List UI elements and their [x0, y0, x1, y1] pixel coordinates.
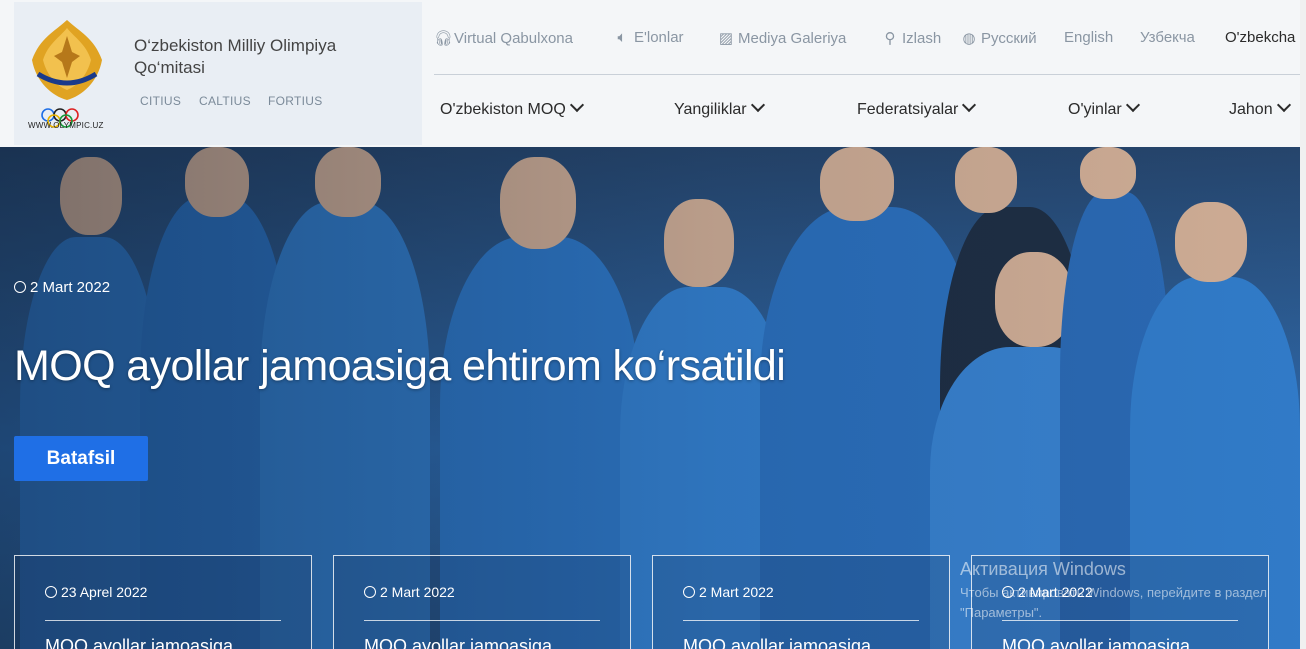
lang-english[interactable]: English	[1064, 29, 1113, 47]
card-title[interactable]: MOQ ayollar jamoasiga	[683, 636, 871, 649]
globe-icon: ◍	[962, 30, 976, 47]
motto-fortius: FORTIUS	[268, 94, 323, 108]
chevron-down-icon	[569, 97, 584, 113]
nav-uzbekistan-moq[interactable]: O'zbekiston MOQ	[440, 97, 584, 119]
motto-citius: CITIUS	[140, 94, 182, 108]
topnav-announcements[interactable]: 🔈︎ E'lonlar	[614, 29, 683, 47]
nav-world[interactable]: Jahon	[1229, 97, 1291, 119]
card-title[interactable]: MOQ ayollar jamoasiga	[45, 636, 233, 649]
motto-caltius: CALTIUS	[199, 94, 251, 108]
windows-activation-text: Чтобы активировать Windows, перейдите в …	[960, 585, 1267, 620]
windows-activation-title: Активация Windows	[960, 559, 1126, 579]
card-title[interactable]: MOQ ayollar jamoasiga	[364, 636, 552, 649]
clock-icon	[364, 586, 376, 598]
chevron-down-icon	[1276, 97, 1291, 113]
lang-uzbek-latin[interactable]: O'zbekcha	[1225, 29, 1295, 47]
logo-url-text: WWW.OLYMPIC.UZ	[28, 121, 104, 130]
site-title[interactable]: O‘zbekiston Milliy Olimpiya Qo‘mitasi	[134, 35, 374, 79]
topnav-search[interactable]: ⚲ Izlash	[882, 29, 942, 47]
hero-date: 2 Mart 2022	[14, 279, 110, 296]
card-date: 2 Mart 2022	[364, 584, 455, 600]
lang-russian[interactable]: ◍ Русский	[961, 29, 1036, 47]
topnav-virtual-reception[interactable]: 🎧︎Virtual Qabulxona	[434, 29, 573, 47]
chevron-down-icon	[750, 97, 765, 113]
hero-slider: 2 Mart 2022 MOQ ayollar jamoasiga ehtiro…	[0, 147, 1306, 649]
card-title[interactable]: MOQ ayollar jamoasiga	[1002, 636, 1190, 649]
news-card[interactable]: 2 Mart 2022 MOQ ayollar jamoasiga	[652, 555, 950, 649]
hero-title[interactable]: MOQ ayollar jamoasiga ehtirom ko‘rsatild…	[14, 342, 786, 391]
chevron-down-icon	[1125, 97, 1140, 113]
chevron-down-icon	[962, 97, 977, 113]
site-header: WWW.OLYMPIC.UZ O‘zbekiston Milliy Olimpi…	[0, 0, 1306, 147]
clock-icon	[683, 586, 695, 598]
card-divider	[364, 620, 600, 621]
news-card[interactable]: 2 Mart 2022 MOQ ayollar jamoasiga	[333, 555, 631, 649]
nav-games[interactable]: O'yinlar	[1068, 97, 1140, 119]
headset-icon: 🎧︎	[434, 30, 454, 47]
topnav-media-gallery[interactable]: ▨ Mediya Galeriya	[718, 29, 846, 47]
megaphone-icon: 🔈︎	[617, 29, 627, 46]
olympic-committee-logo[interactable]	[26, 12, 108, 134]
card-divider	[45, 620, 281, 621]
lang-uzbek-cyrillic[interactable]: Узбекча	[1140, 29, 1195, 47]
card-divider	[683, 620, 919, 621]
nav-news[interactable]: Yangiliklar	[674, 97, 765, 119]
header-divider	[434, 74, 1300, 75]
news-card[interactable]: 23 Aprel 2022 MOQ ayollar jamoasiga	[14, 555, 312, 649]
page-scrollbar[interactable]	[1300, 0, 1306, 649]
card-date: 2 Mart 2022	[683, 584, 774, 600]
clock-icon	[45, 586, 57, 598]
nav-federations[interactable]: Federatsiyalar	[857, 97, 977, 119]
clock-icon	[14, 281, 26, 293]
search-icon: ⚲	[884, 30, 896, 47]
card-date: 23 Aprel 2022	[45, 584, 147, 600]
image-icon: ▨	[718, 30, 734, 47]
read-more-button[interactable]: Batafsil	[14, 436, 148, 481]
